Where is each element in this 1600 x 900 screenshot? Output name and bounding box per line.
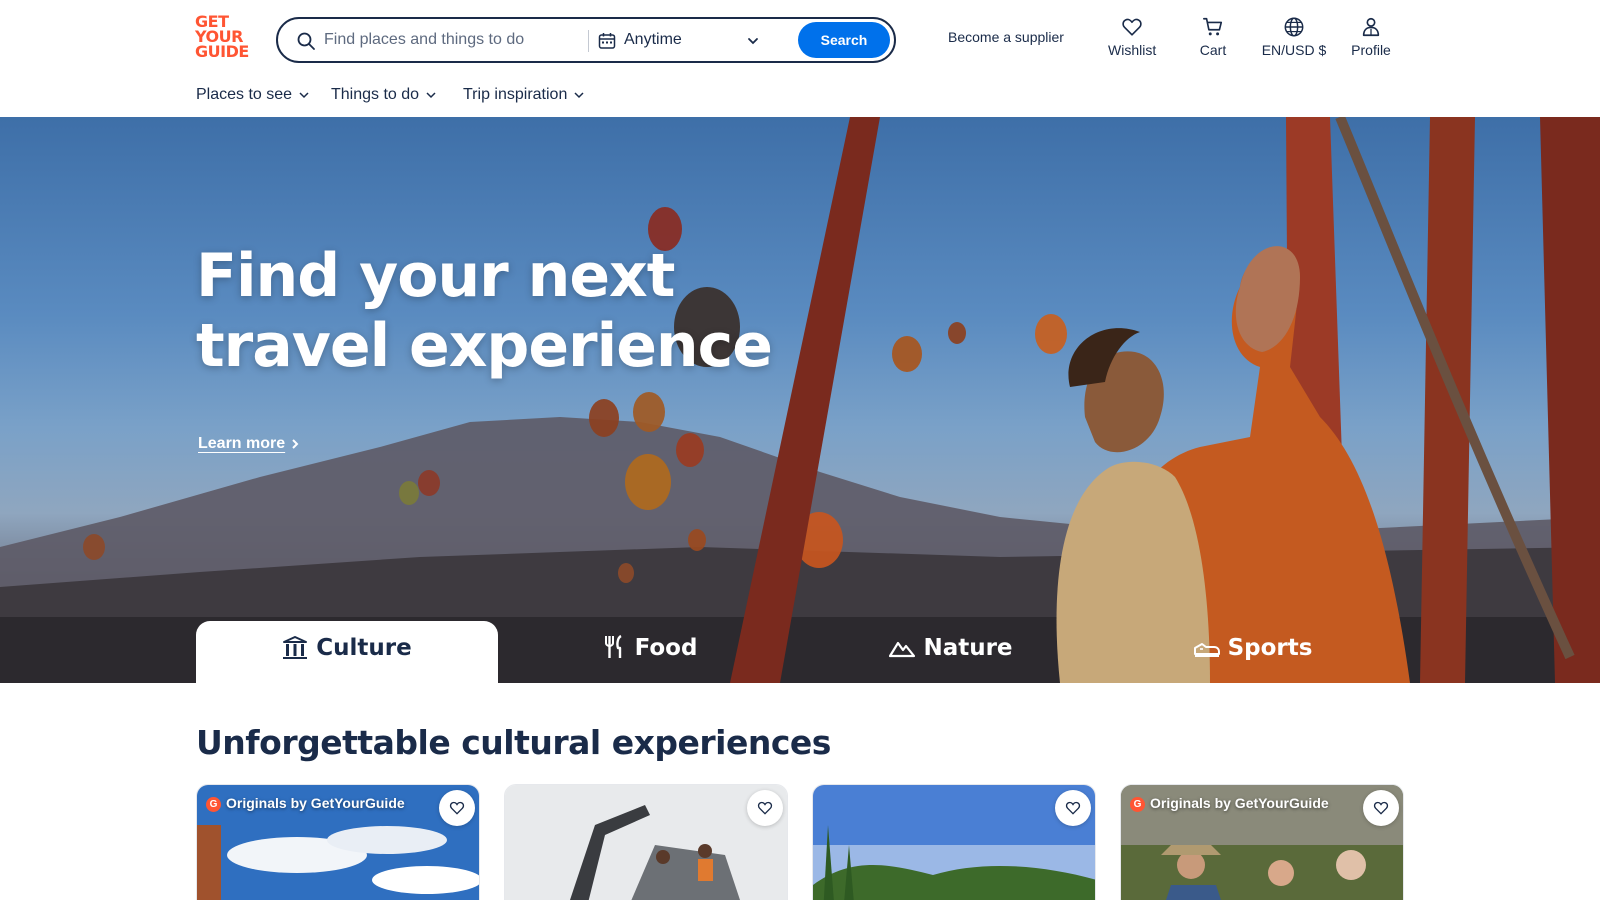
section-title: Unforgettable cultural experiences: [196, 723, 831, 762]
heart-icon: [757, 801, 773, 815]
wishlist-label: Wishlist: [1108, 42, 1157, 58]
heart-icon: [1373, 801, 1389, 815]
chevron-down-icon: [574, 92, 584, 98]
getyourguide-badge-icon: G: [1130, 796, 1145, 812]
chevron-down-icon: [748, 38, 758, 45]
tab-label: Culture: [316, 635, 412, 661]
chevron-right-icon: [292, 439, 299, 449]
culture-icon: [283, 635, 308, 659]
tab-food[interactable]: Food: [498, 621, 800, 683]
hero-image: [0, 117, 1600, 683]
search-icon: [297, 32, 315, 50]
globe-icon: [1284, 17, 1304, 37]
site-header: GET YOUR GUIDE Anytime Search Beco: [0, 0, 1600, 117]
date-label: Anytime: [624, 31, 682, 48]
search-input[interactable]: [324, 25, 589, 55]
category-tabs: Culture Food Nature Sports: [196, 621, 1404, 683]
chevron-down-icon: [299, 92, 309, 98]
tab-culture[interactable]: Culture: [196, 621, 498, 683]
add-to-wishlist-button[interactable]: [439, 790, 475, 826]
profile-button[interactable]: Profile: [1351, 16, 1391, 64]
nav-item-label: Things to do: [331, 86, 420, 103]
learn-more-link[interactable]: Learn more: [198, 435, 301, 453]
tab-nature[interactable]: Nature: [800, 621, 1102, 683]
logo-line-3: GUIDE: [195, 42, 249, 61]
date-picker[interactable]: Anytime: [598, 23, 768, 59]
originals-badge: G Originals by GetYourGuide: [1130, 795, 1329, 812]
hero-banner: Find your next travel experience Learn m…: [0, 117, 1600, 683]
hero-title: Find your next travel experience: [196, 241, 773, 381]
nav-item-label: Trip inspiration: [463, 86, 568, 103]
add-to-wishlist-button[interactable]: [747, 790, 783, 826]
badge-label: Originals by GetYourGuide: [226, 795, 405, 811]
locale-currency-button[interactable]: EN/USD $: [1258, 16, 1330, 64]
calendar-icon: [598, 33, 616, 49]
nav-places-to-see[interactable]: Places to see: [196, 86, 310, 104]
activity-card[interactable]: G Originals by GetYourGuide: [196, 784, 480, 900]
cart-icon: [1203, 17, 1223, 36]
learn-more-label: Learn more: [198, 435, 286, 452]
nav-item-label: Places to see: [196, 86, 293, 103]
tab-label: Food: [634, 635, 698, 661]
locale-label: EN/USD $: [1261, 42, 1327, 58]
cart-button[interactable]: Cart: [1197, 16, 1229, 64]
getyourguide-badge-icon: G: [206, 796, 221, 812]
heart-icon: [1122, 18, 1142, 36]
badge-label: Originals by GetYourGuide: [1150, 795, 1329, 811]
tab-label: Nature: [923, 635, 1013, 661]
profile-icon: [1362, 17, 1380, 37]
getyourguide-logo[interactable]: GET YOUR GUIDE: [195, 14, 255, 60]
search-divider: [588, 30, 589, 52]
chevron-down-icon: [426, 92, 436, 98]
mountain-icon: [889, 641, 916, 657]
tab-label: Sports: [1227, 635, 1313, 661]
card-image: [505, 785, 787, 900]
originals-badge: G Originals by GetYourGuide: [206, 795, 405, 812]
profile-label: Profile: [1351, 42, 1391, 58]
tab-sports[interactable]: Sports: [1102, 621, 1404, 683]
sneaker-icon: [1193, 642, 1220, 657]
add-to-wishlist-button[interactable]: [1363, 790, 1399, 826]
nav-things-to-do[interactable]: Things to do: [331, 86, 437, 104]
activity-card[interactable]: [504, 784, 788, 900]
cart-label: Cart: [1199, 42, 1227, 58]
become-supplier-link[interactable]: Become a supplier: [948, 29, 1064, 45]
nav-trip-inspiration[interactable]: Trip inspiration: [463, 86, 585, 104]
wishlist-button[interactable]: Wishlist: [1108, 16, 1156, 64]
heart-icon: [1065, 801, 1081, 815]
activity-card[interactable]: [812, 784, 1096, 900]
search-bar: Anytime Search: [276, 17, 896, 63]
add-to-wishlist-button[interactable]: [1055, 790, 1091, 826]
heart-icon: [449, 801, 465, 815]
activity-card[interactable]: G Originals by GetYourGuide: [1120, 784, 1404, 900]
fork-knife-icon: [604, 634, 622, 658]
card-image: [813, 785, 1095, 900]
search-button[interactable]: Search: [798, 22, 890, 58]
